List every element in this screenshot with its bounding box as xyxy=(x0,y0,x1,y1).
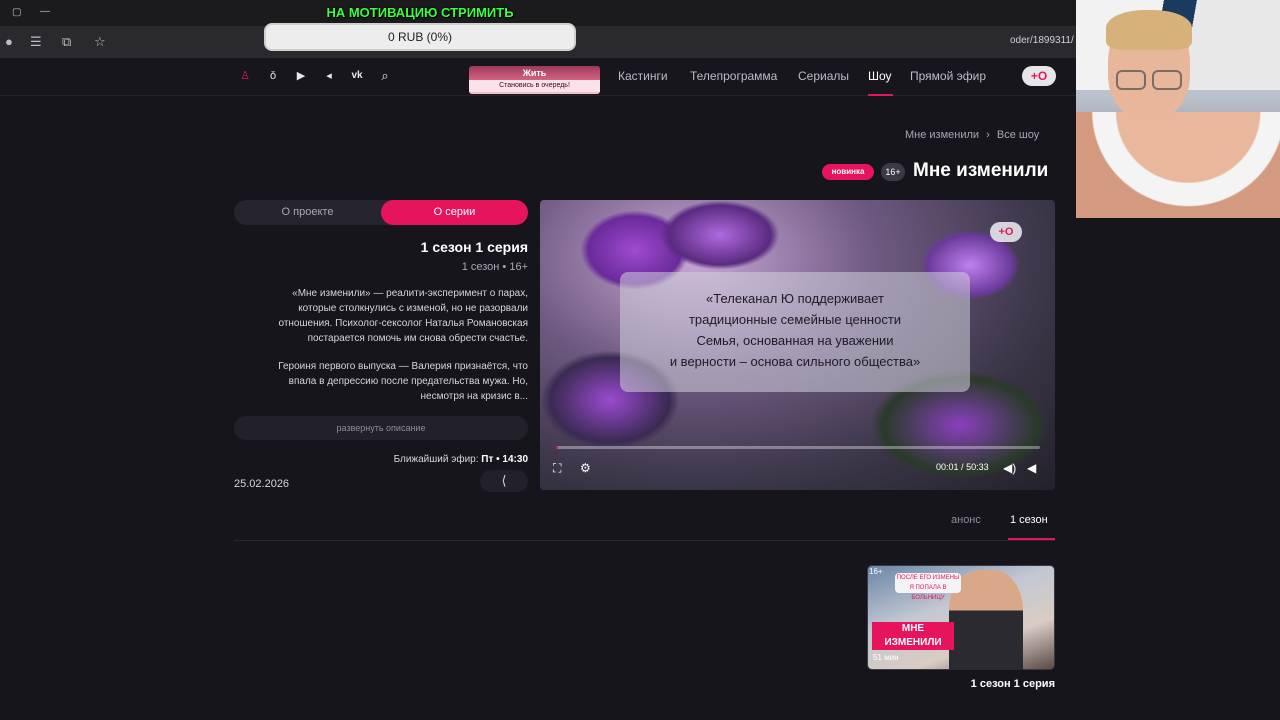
screenshot-icon[interactable]: ⧉ xyxy=(62,34,71,50)
nav-series[interactable]: Сериалы xyxy=(798,69,849,83)
window-minimize-icon[interactable]: — xyxy=(40,4,50,20)
volume-icon[interactable]: ◀) xyxy=(1003,460,1016,476)
telegram-icon[interactable]: ◂ xyxy=(322,69,336,83)
donation-title: НА МОТИВАЦИЮ СТРИМИТЬ xyxy=(326,5,514,20)
season-divider xyxy=(234,540,1055,541)
video-flower xyxy=(660,200,780,270)
video-disclaimer-line: Семья, основанная на уважении xyxy=(696,333,894,348)
donation-progress-bar: 0 RUB (0%) xyxy=(264,23,576,51)
season-tab-1[interactable]: 1 сезон xyxy=(1010,514,1048,526)
episode-meta: 1 сезон • 16+ xyxy=(461,261,528,273)
promo-banner-subtitle: Становись в очередь! xyxy=(469,80,600,92)
site-logo[interactable]: +О xyxy=(1022,66,1056,86)
fullscreen-icon[interactable]: ⛶ xyxy=(553,460,561,476)
search-icon[interactable]: ⌕ xyxy=(378,69,392,83)
next-air-label: Ближайший эфир: xyxy=(393,454,479,465)
episode-description-line: впала в депрессию после предательства му… xyxy=(288,376,528,387)
breadcrumb-root[interactable]: Все шоу xyxy=(997,129,1039,141)
breadcrumb-current: Мне изменили xyxy=(905,129,980,141)
tab-about-project[interactable]: О проекте xyxy=(234,200,381,225)
nav-shows[interactable]: Шоу xyxy=(868,69,892,83)
episode-card-duration: 51 мин xyxy=(873,653,899,662)
tune-icon[interactable]: ☰ xyxy=(30,34,42,50)
video-time-total: 50:33 xyxy=(966,462,989,472)
episode-card-title: МНЕ ИЗМЕНИЛИ xyxy=(872,622,954,650)
next-air: Ближайший эфир: Пт • 14:30 xyxy=(300,454,528,465)
profile-icon[interactable]: ● xyxy=(5,34,13,50)
episode-card-age: 16+ xyxy=(869,567,883,576)
play-icon[interactable]: ◀ xyxy=(1027,460,1036,476)
share-icon: ⟨ xyxy=(501,473,507,488)
webcam-overlay xyxy=(1076,0,1280,218)
address-url[interactable]: oder/1899311/ xyxy=(1010,35,1074,46)
episode-description-line: отношения. Психолог-сексолог Наталья Ром… xyxy=(278,318,528,329)
expand-description-button[interactable]: развернуть описание xyxy=(234,416,528,440)
share-button[interactable]: ⟨ xyxy=(480,470,528,492)
episode-description-line: «Мне изменили» — реалити-эксперимент о п… xyxy=(292,288,528,299)
video-time-separator: / xyxy=(961,462,964,472)
promo-banner[interactable]: Жить Становись в очередь! xyxy=(469,66,600,94)
season-tab-preview[interactable]: анонс xyxy=(951,514,981,526)
video-disclaimer-line: и верности – основа сильного общества» xyxy=(669,354,921,369)
star-icon[interactable]: ☆ xyxy=(94,34,106,50)
video-disclaimer-line: «Телеканал Ю поддерживает xyxy=(706,291,884,306)
video-disclaimer-card xyxy=(620,272,970,392)
youtube-icon[interactable]: ▶ xyxy=(294,69,308,83)
user-icon[interactable]: ♙ xyxy=(238,69,252,83)
nav-active-underline xyxy=(868,94,893,96)
promo-banner-title: Жить xyxy=(522,68,547,78)
video-disclaimer-line: традиционные семейные ценности xyxy=(688,312,902,327)
webcam-glasses-left xyxy=(1116,70,1146,90)
episode-description-line: Героиня первого выпуска — Валерия призна… xyxy=(278,361,528,372)
episode-description-line: которые столкнулись с изменой, но не раз… xyxy=(298,303,528,314)
settings-icon[interactable]: ⚙ xyxy=(580,460,591,476)
donation-progress-text: 0 RUB (0%) xyxy=(387,30,452,44)
nav-castings[interactable]: Кастинги xyxy=(618,69,668,83)
odnoklassniki-icon[interactable]: ǒ xyxy=(266,69,280,83)
window-restore-icon[interactable]: ▢ xyxy=(12,5,21,21)
webcam-person-hair xyxy=(1106,10,1192,50)
episode-date: 25.02.2026 xyxy=(234,478,290,490)
nav-tv-guide[interactable]: Телепрограмма xyxy=(690,69,777,83)
video-channel-logo: +О xyxy=(990,222,1022,242)
breadcrumb-separator: › xyxy=(986,129,990,141)
age-badge: 16+ xyxy=(881,163,905,181)
episode-card-label[interactable]: 1 сезон 1 серия xyxy=(880,678,1055,690)
nav-live[interactable]: Прямой эфир xyxy=(910,69,986,83)
webcam-glasses-right xyxy=(1152,70,1182,90)
video-progress-fill xyxy=(556,446,558,449)
breadcrumb: Мне изменили › Все шоу xyxy=(905,129,1039,141)
vk-icon[interactable]: vk xyxy=(350,69,364,83)
tab-about-episode[interactable]: О серии xyxy=(381,200,528,225)
page-title: Мне изменили xyxy=(913,160,1049,181)
new-badge: новинка xyxy=(822,164,874,180)
episode-description-line: постарается помочь им снова обрести счас… xyxy=(307,333,528,344)
episode-description-line: несмотря на кризис в... xyxy=(420,391,528,402)
video-progress-track[interactable] xyxy=(556,446,1040,449)
episode-card-bubble: ПОСЛЕ ЕГО ИЗМЕНЫ Я ПОПАЛА В БОЛЬНИЦУ xyxy=(895,573,961,601)
video-time-current: 00:01 xyxy=(936,462,959,472)
episode-title: 1 сезон 1 серия xyxy=(420,239,528,255)
video-timecode: 00:01 / 50:33 xyxy=(936,462,989,472)
next-air-value: Пт • 14:30 xyxy=(481,454,528,465)
webcam-person-body xyxy=(1076,112,1280,218)
